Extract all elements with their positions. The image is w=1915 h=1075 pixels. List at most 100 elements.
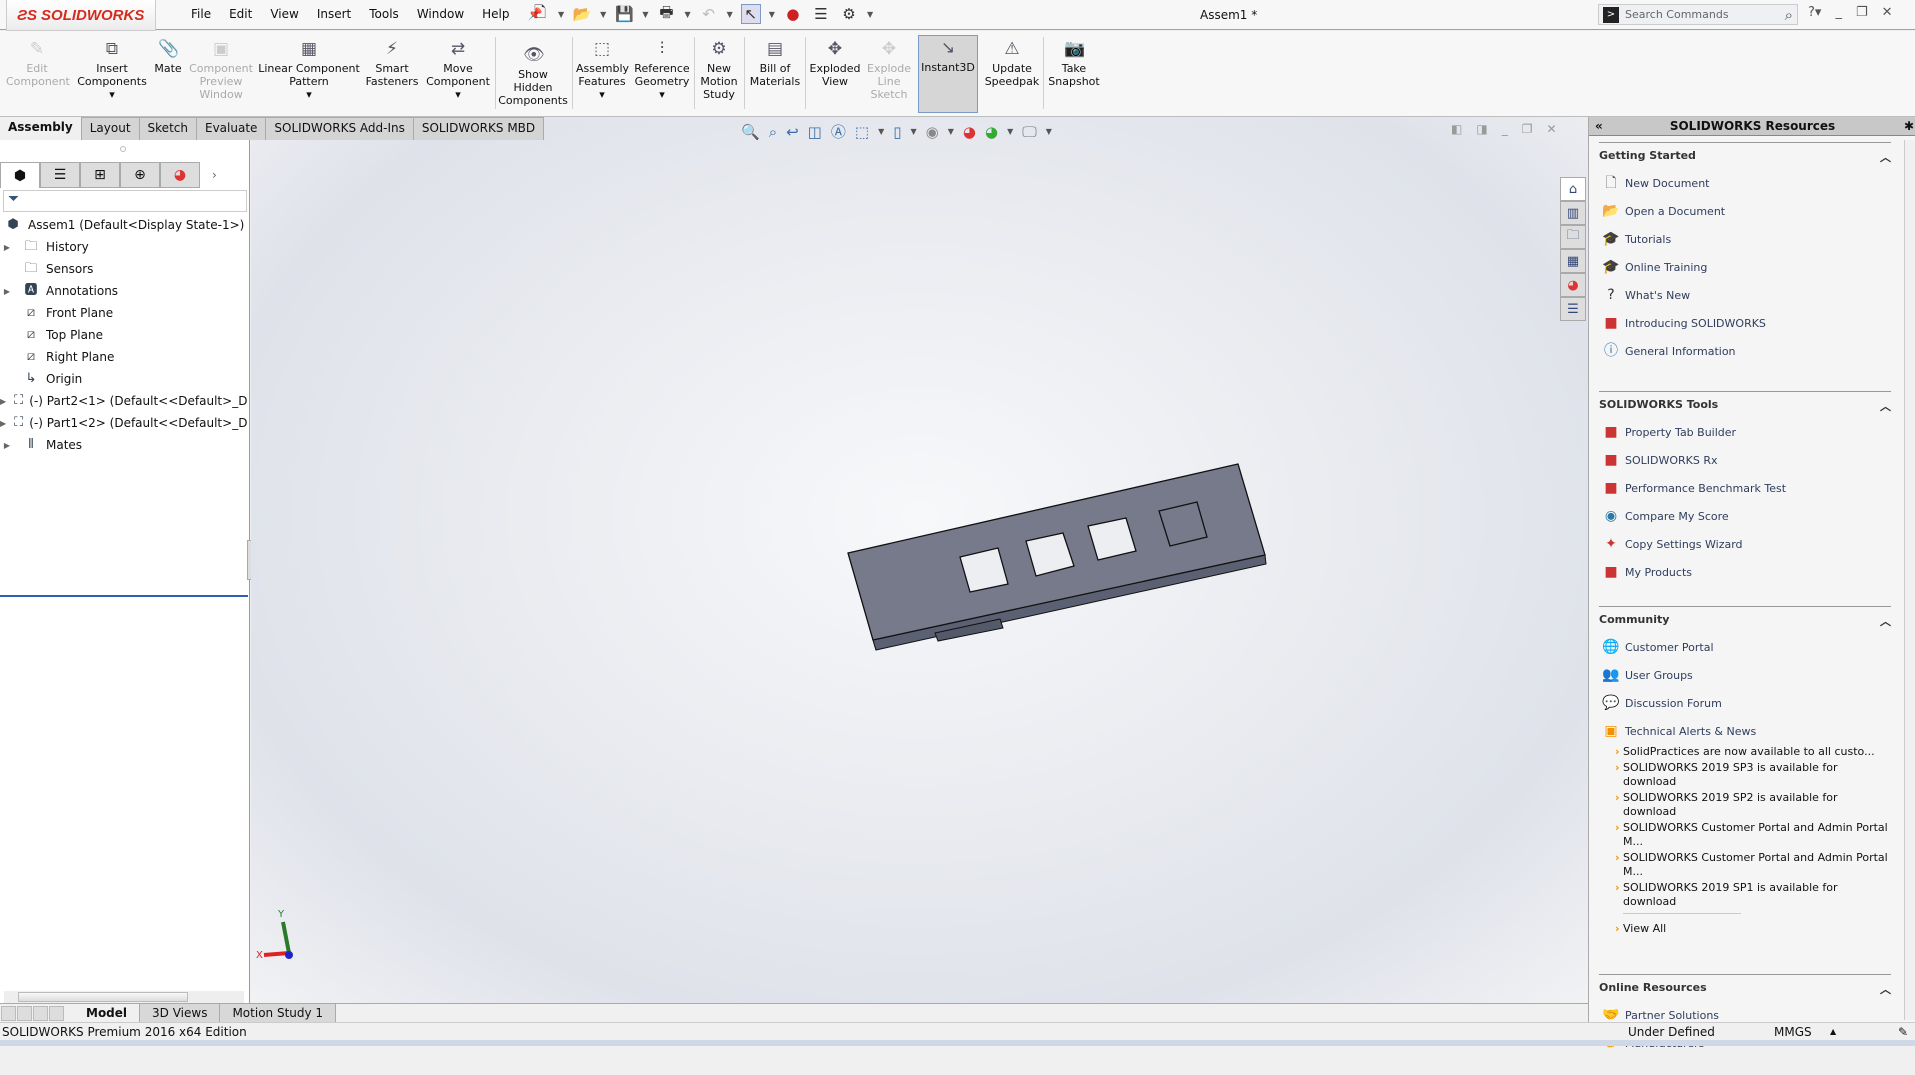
link-open-document[interactable]: 📂 Open a Document — [1599, 197, 1891, 225]
assembly-features-button[interactable]: ⬚ Assembly Features ▾ — [576, 37, 629, 101]
tab-sketch[interactable]: Sketch — [139, 117, 197, 140]
new-document-icon[interactable]: 🗋 — [530, 3, 550, 24]
tab-model[interactable]: Model — [74, 1004, 141, 1022]
tree-item-front-plane[interactable]: ⧄ Front Plane — [0, 302, 248, 324]
file-explorer-icon[interactable]: 🗀 — [1560, 225, 1586, 249]
news-item[interactable]: SOLIDWORKS Customer Portal and Admin Por… — [1599, 821, 1891, 849]
link-customer-portal[interactable]: 🌐 Customer Portal — [1599, 633, 1891, 661]
collapse-chevron-icon[interactable]: ︿ — [1880, 613, 1891, 629]
menu-window[interactable]: Window — [408, 7, 473, 21]
file-properties-icon[interactable]: ☰ — [811, 4, 831, 24]
print-icon[interactable]: 🖶 — [656, 3, 676, 24]
menu-help[interactable]: Help — [473, 7, 518, 21]
dropdown-arrow-icon[interactable]: ▼ — [600, 10, 606, 19]
reference-geometry-button[interactable]: ⫶ Reference Geometry ▾ — [632, 37, 692, 101]
link-property-tab-builder[interactable]: ■ Property Tab Builder — [1599, 418, 1891, 446]
link-general-information[interactable]: ⓘ General Information — [1599, 337, 1891, 365]
explode-line-sketch-button[interactable]: ✥ Explode Line Sketch — [866, 37, 912, 101]
collapse-chevron-icon[interactable]: ︿ — [1880, 149, 1891, 165]
display-manager-tab-icon[interactable]: ◕ — [160, 162, 200, 188]
insert-components-button[interactable]: ⧉ Insert Components ▾ — [76, 37, 148, 101]
collapse-chevron-icon[interactable]: ︿ — [1880, 981, 1891, 997]
dimxpert-tab-icon[interactable]: ⊕ — [120, 162, 160, 188]
move-component-button[interactable]: ⇄ Move Component ▾ — [424, 37, 492, 101]
link-copy-settings-wizard[interactable]: ✦ Copy Settings Wizard — [1599, 530, 1891, 558]
tab-addins[interactable]: SOLIDWORKS Add-Ins — [266, 117, 414, 140]
show-hidden-components-button[interactable]: 👁 Show Hidden Components — [498, 43, 568, 107]
next-tab-icon[interactable] — [33, 1005, 48, 1021]
graphics-area[interactable]: 🔍 ⌕ ↩ ◫ Ⓐ ⬚ ▼ ▯ ▼ ◉ ▼ ◕ ◕ ▼ 🖵 ▼ ◧ ◨ _ ❐ ✕ Y X… — [251, 117, 1588, 1003]
tree-item-mates[interactable]: ▶ ⫴ Mates — [0, 434, 248, 456]
menu-insert[interactable]: Insert — [308, 7, 360, 21]
link-my-products[interactable]: ■ My Products — [1599, 558, 1891, 586]
open-icon[interactable]: 📂 — [572, 4, 592, 24]
menu-tools[interactable]: Tools — [360, 7, 408, 21]
featuremanager-tab-icon[interactable]: ⬢ — [0, 162, 40, 188]
link-compare-my-score[interactable]: ◉ Compare My Score — [1599, 502, 1891, 530]
tree-item-part2[interactable]: ▶ ⛶ (-) Part2<1> (Default<<Default>_Disp — [0, 390, 248, 412]
home-icon[interactable]: ⌂ — [1560, 177, 1586, 201]
expand-arrow-icon[interactable]: ▶ — [0, 419, 6, 428]
tree-item-part1[interactable]: ▶ ⛶ (-) Part1<2> (Default<<Default>_Disp — [0, 412, 248, 434]
news-item[interactable]: SOLIDWORKS Customer Portal and Admin Por… — [1599, 851, 1891, 879]
new-motion-study-button[interactable]: ⚙ New Motion Study — [697, 37, 741, 101]
dropdown-arrow-icon[interactable]: ▼ — [769, 10, 775, 19]
custom-properties-icon[interactable]: ☰ — [1560, 297, 1586, 321]
close-icon[interactable]: ✕ — [1882, 5, 1893, 20]
link-user-groups[interactable]: 👥 User Groups — [1599, 661, 1891, 689]
exploded-view-button[interactable]: ✥ Exploded View — [808, 37, 862, 88]
prev-tab-icon[interactable] — [17, 1005, 32, 1021]
tab-3d-views[interactable]: 3D Views — [140, 1004, 221, 1022]
collapse-chevron-icon[interactable]: ︿ — [1880, 398, 1891, 414]
expand-arrow-icon[interactable]: ▶ — [0, 397, 6, 406]
tree-item-origin[interactable]: ↳ Origin — [0, 368, 248, 390]
tree-item-top-plane[interactable]: ⧄ Top Plane — [0, 324, 248, 346]
appearances-icon[interactable]: ◕ — [1560, 273, 1586, 297]
menu-edit[interactable]: Edit — [220, 7, 261, 21]
update-speedpak-button[interactable]: ⚠ Update Speedpak — [984, 37, 1040, 88]
tree-horizontal-scrollbar[interactable] — [4, 991, 244, 1003]
linear-component-pattern-button[interactable]: ▦ Linear Component Pattern ▾ — [258, 37, 360, 101]
take-snapshot-button[interactable]: 📷 Take Snapshot — [1046, 37, 1102, 88]
panel-splitter-handle[interactable] — [120, 146, 126, 152]
news-item[interactable]: SolidPractices are now available to all … — [1599, 745, 1891, 759]
design-library-icon[interactable]: ▥ — [1560, 201, 1586, 225]
link-solidworks-rx[interactable]: ■ SOLIDWORKS Rx — [1599, 446, 1891, 474]
units-selector[interactable]: MMGS — [1774, 1023, 1812, 1041]
save-icon[interactable]: 💾 — [614, 4, 634, 24]
rollback-bar[interactable] — [0, 595, 248, 597]
mate-button[interactable]: 📎 Mate — [152, 37, 184, 75]
expand-arrow-icon[interactable]: ▶ — [0, 243, 14, 252]
select-pointer-icon[interactable]: ↖ — [740, 4, 761, 24]
help-icon[interactable]: ?▾ — [1808, 5, 1821, 20]
edit-component-button[interactable]: ✎ Edit Component — [6, 37, 70, 88]
scrollbar-thumb[interactable] — [18, 992, 188, 1002]
options-gear-icon[interactable]: ⚙ — [839, 4, 859, 24]
rebuild-traffic-light-icon[interactable]: ● — [783, 4, 803, 24]
tree-root-assembly[interactable]: ⬢ Assem1 (Default<Display State-1>) — [0, 214, 248, 236]
pin-icon[interactable]: ✱ — [1904, 117, 1914, 136]
view-palette-icon[interactable]: ▦ — [1560, 249, 1586, 273]
units-dropdown-icon[interactable]: ▲ — [1830, 1023, 1836, 1041]
tree-item-right-plane[interactable]: ⧄ Right Plane — [0, 346, 248, 368]
component-preview-window-button[interactable]: ▣ Component Preview Window — [188, 37, 254, 101]
news-item[interactable]: SOLIDWORKS 2019 SP3 is available for dow… — [1599, 761, 1891, 789]
expand-arrow-icon[interactable]: ▶ — [0, 441, 14, 450]
tree-item-annotations[interactable]: ▶ 🅰 Annotations — [0, 280, 248, 302]
resources-scrollbar[interactable] — [1904, 140, 1915, 1020]
link-discussion-forum[interactable]: 💬 Discussion Forum — [1599, 689, 1891, 717]
dropdown-arrow-icon[interactable]: ▼ — [727, 10, 733, 19]
tree-item-history[interactable]: ▶ 🗀 History — [0, 236, 248, 258]
restore-icon[interactable]: ❐ — [1856, 5, 1868, 20]
tab-mbd[interactable]: SOLIDWORKS MBD — [413, 117, 545, 140]
chevron-right-icon[interactable]: › — [212, 162, 217, 188]
tab-layout[interactable]: Layout — [81, 117, 140, 140]
link-new-document[interactable]: 🗋 New Document — [1599, 169, 1891, 197]
bill-of-materials-button[interactable]: ▤ Bill of Materials — [748, 37, 802, 88]
menu-view[interactable]: View — [261, 7, 307, 21]
link-introducing-solidworks[interactable]: ■ Introducing SOLIDWORKS — [1599, 309, 1891, 337]
first-tab-icon[interactable] — [1, 1005, 16, 1021]
tree-filter[interactable]: ⏷ — [3, 190, 247, 212]
news-item[interactable]: SOLIDWORKS 2019 SP1 is available for dow… — [1599, 881, 1891, 909]
dropdown-arrow-icon[interactable]: ▼ — [684, 10, 690, 19]
